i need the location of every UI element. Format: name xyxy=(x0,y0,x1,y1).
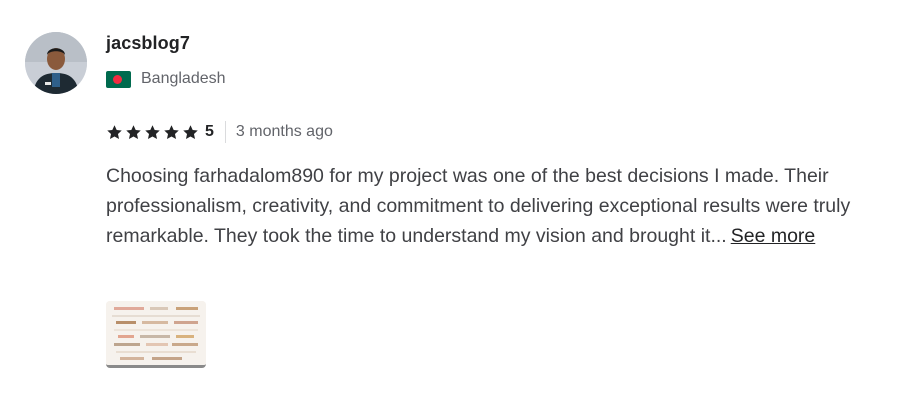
rating-value: 5 xyxy=(205,123,214,140)
star-rating xyxy=(106,124,199,141)
delivery-image-thumbnail-icon xyxy=(106,301,206,365)
star-icon xyxy=(145,124,160,139)
review-text: Choosing farhadalom890 for my project wa… xyxy=(106,161,876,251)
star-icon xyxy=(183,124,198,139)
reviewer-username[interactable]: jacsblog7 xyxy=(106,33,190,54)
rating-row: 5 3 months ago xyxy=(106,121,333,143)
review-card: jacsblog7 Bangladesh 5 3 months ago Choo… xyxy=(0,0,903,405)
review-time: 3 months ago xyxy=(235,123,333,140)
reviewer-avatar[interactable] xyxy=(25,32,87,94)
country-name: Bangladesh xyxy=(141,70,226,87)
attachment-thumbnail[interactable] xyxy=(106,301,206,368)
star-icon xyxy=(164,124,179,139)
reviewer-country: Bangladesh xyxy=(106,70,226,88)
star-icon xyxy=(126,124,141,139)
user-avatar-icon xyxy=(25,32,87,94)
bangladesh-flag-icon xyxy=(106,70,131,88)
star-icon xyxy=(107,124,122,139)
rating-divider xyxy=(224,121,226,143)
see-more-link[interactable]: See more xyxy=(731,225,816,247)
